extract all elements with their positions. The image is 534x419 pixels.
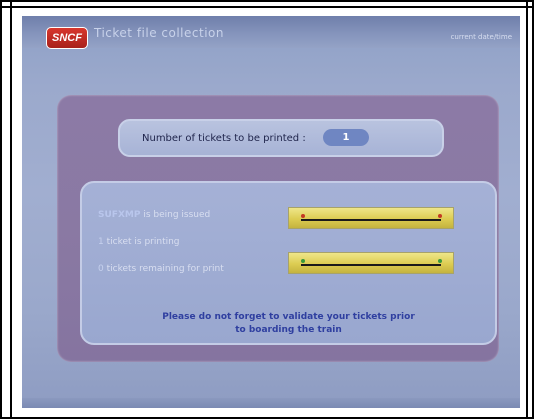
- issuing-indicator-left-dot: [301, 214, 305, 218]
- remaining-count: 0: [98, 264, 104, 274]
- ticket-count-value: 1: [323, 129, 369, 146]
- issuing-status: SUFXMP is being issued: [98, 210, 210, 220]
- frame-left-line: [10, 0, 12, 419]
- frame-top-line: [0, 6, 534, 8]
- printing-status: 1 ticket is printing: [98, 237, 180, 247]
- validation-notice: Please do not forget to validate your ti…: [82, 311, 495, 337]
- remaining-text: tickets remaining for print: [106, 264, 224, 274]
- issuing-indicator: [288, 207, 454, 229]
- remaining-status: 0 tickets remaining for print: [98, 264, 224, 274]
- issuing-code: SUFXMP: [98, 210, 141, 220]
- validation-notice-line2: to boarding the train: [235, 325, 342, 335]
- print-status-box: SUFXMP is being issued 1 ticket is print…: [80, 181, 497, 345]
- remaining-indicator-line: [301, 264, 441, 266]
- validation-notice-line1: Please do not forget to validate your ti…: [162, 312, 415, 322]
- issuing-indicator-right-dot: [438, 214, 442, 218]
- header-bar: SNCF Ticket file collection current date…: [22, 16, 520, 49]
- ticket-count-box: Number of tickets to be printed : 1: [118, 119, 444, 157]
- footer-strip: [22, 398, 520, 408]
- remaining-indicator: [288, 252, 454, 274]
- remaining-indicator-left-dot: [301, 259, 305, 263]
- remaining-indicator-right-dot: [438, 259, 442, 263]
- printing-count: 1: [98, 237, 104, 247]
- issuing-text: is being issued: [143, 210, 211, 220]
- kiosk-screen: SNCF Ticket file collection current date…: [22, 16, 520, 408]
- frame-right-line: [526, 0, 528, 419]
- current-datetime: current date/time: [450, 33, 512, 41]
- ticket-count-label: Number of tickets to be printed :: [142, 133, 306, 144]
- sncf-logo: SNCF: [46, 27, 88, 49]
- page-title: Ticket file collection: [94, 26, 224, 40]
- issuing-indicator-line: [301, 219, 441, 221]
- printing-text: ticket is printing: [106, 237, 180, 247]
- main-panel: Number of tickets to be printed : 1 SUFX…: [57, 95, 499, 362]
